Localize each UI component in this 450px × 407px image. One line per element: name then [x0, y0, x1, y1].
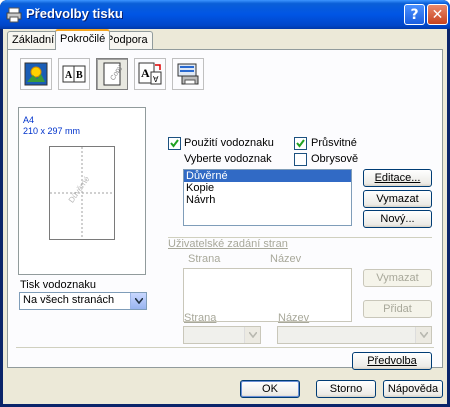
page-setting-icon: A ∀ — [138, 62, 162, 85]
print-watermark-value: Na všech stranách — [23, 294, 115, 306]
list-item[interactable]: Kopie — [184, 182, 351, 194]
new-watermark-button[interactable]: Nový... — [363, 210, 432, 228]
print-preferences-window: Předvolby tisku ? ✕ Základní Pokročilé P… — [0, 0, 450, 407]
advanced-tab-panel: A B Copy A ∀ A4 210 x 297 mm Důvěrné Tis… — [7, 49, 443, 370]
chevron-down-icon[interactable] — [244, 327, 260, 343]
preview-page: Důvěrné — [49, 146, 115, 240]
defaults-button-label: Předvolba — [367, 355, 417, 367]
ok-button-label: OK — [262, 383, 278, 395]
printer-icon — [6, 7, 22, 23]
duplex-tool-button[interactable]: A B — [58, 58, 90, 90]
add-page-label: Přidat — [383, 303, 412, 315]
paper-dimensions-text: 210 x 297 mm — [23, 126, 81, 136]
device-options-icon — [177, 63, 199, 85]
page-setting-tool-button[interactable]: A ∀ — [134, 58, 166, 90]
title-bar[interactable]: Předvolby tisku ? ✕ — [0, 0, 450, 29]
chevron-down-icon[interactable] — [415, 327, 431, 343]
print-quality-tool-button[interactable] — [20, 58, 52, 90]
svg-text:B: B — [76, 70, 83, 81]
checkmark-icon — [296, 139, 305, 148]
ok-button[interactable]: OK — [240, 380, 300, 398]
watermark-tool-button[interactable]: Copy — [96, 58, 128, 90]
paper-size-text: A4 — [23, 115, 35, 125]
delete-page-button[interactable]: Vymazat — [363, 269, 432, 287]
outline-label: Obrysově — [311, 153, 359, 165]
outline-checkbox[interactable] — [294, 153, 307, 166]
defaults-button[interactable]: Předvolba — [352, 352, 432, 370]
cancel-button-label: Storno — [329, 383, 363, 395]
help-button[interactable]: Nápověda — [383, 380, 443, 398]
new-button-label: Nový... — [380, 213, 415, 225]
bottom-separator — [16, 347, 434, 348]
help-button-label: Nápověda — [387, 383, 439, 395]
col-page-header: Strana — [188, 253, 221, 265]
page-select[interactable] — [183, 326, 261, 344]
edit-button-label: Editace... — [374, 172, 421, 184]
custom-pages-group-label: Uživatelské zadání stran — [168, 238, 288, 250]
close-window-button[interactable]: ✕ — [427, 4, 448, 25]
tab-advanced[interactable]: Pokročilé — [55, 29, 111, 50]
delete-watermark-button[interactable]: Vymazat — [363, 190, 432, 208]
checkmark-icon — [170, 139, 179, 148]
tab-basic[interactable]: Základní — [7, 31, 60, 49]
device-options-tool-button[interactable] — [172, 58, 204, 90]
print-watermark-select[interactable]: Na všech stranách — [19, 292, 147, 310]
col-title-header: Název — [270, 253, 302, 265]
title-field-label: Název — [278, 312, 310, 324]
svg-text:∀: ∀ — [153, 75, 159, 84]
watermark-preview: A4 210 x 297 mm Důvěrné — [18, 107, 146, 275]
delete-page-label: Vymazat — [376, 272, 419, 284]
use-watermark-checkbox[interactable] — [168, 137, 181, 150]
list-item[interactable]: Důvěrné — [184, 170, 351, 182]
list-item[interactable]: Návrh — [184, 194, 351, 206]
title-help-button[interactable]: ? — [404, 4, 425, 25]
watermark-icon: Copy — [103, 62, 124, 86]
window-title: Předvolby tisku — [26, 6, 123, 21]
delete-button-label: Vymazat — [376, 193, 419, 205]
add-page-button[interactable]: Přidat — [363, 300, 432, 318]
chevron-down-icon[interactable] — [130, 293, 146, 309]
svg-text:A: A — [141, 66, 150, 80]
edit-watermark-button[interactable]: Editace... — [363, 169, 432, 187]
transparent-label: Průsvitné — [311, 137, 357, 149]
duplex-icon: A B — [62, 65, 86, 83]
cancel-button[interactable]: Storno — [316, 380, 376, 398]
watermark-listbox[interactable]: Důvěrné Kopie Návrh — [183, 169, 352, 226]
svg-text:A: A — [65, 70, 73, 81]
page-field-label: Strana — [184, 312, 217, 324]
use-watermark-label: Použití vodoznaku — [184, 137, 274, 149]
print-quality-icon — [24, 62, 48, 86]
print-watermark-label: Tisk vodoznaku — [20, 279, 97, 291]
title-select[interactable] — [277, 326, 432, 344]
dialog-client-area: Základní Pokročilé Podpora A B Copy A ∀ … — [3, 29, 447, 404]
transparent-checkbox[interactable] — [294, 137, 307, 150]
select-watermark-label: Vyberte vodoznak — [184, 153, 272, 165]
